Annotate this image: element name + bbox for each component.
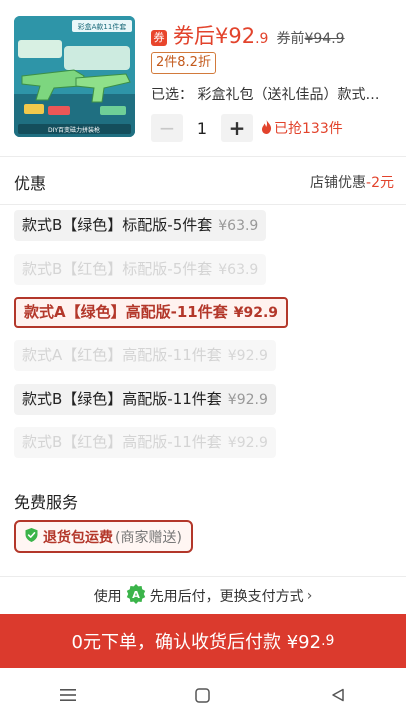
product-summary: 彩盒A款11件套 DIY百变磁力拼装枪 券 券后 ¥ 92 .9 券前 ¥94.… bbox=[14, 16, 406, 144]
divider bbox=[0, 156, 406, 157]
product-image: 彩盒A款11件套 DIY百变磁力拼装枪 bbox=[14, 16, 135, 137]
divider bbox=[0, 204, 406, 205]
service-tag-note: (商家赠送) bbox=[115, 529, 182, 546]
variant-option: 款式B【红色】高配版-11件套 ¥92.9 bbox=[14, 427, 276, 458]
store-discount: 店铺优惠-2元 bbox=[310, 172, 394, 192]
menu-icon[interactable] bbox=[48, 680, 88, 710]
price-line: 券 券后 ¥ 92 .9 券前 ¥94.9 bbox=[151, 20, 345, 48]
price-symbol: ¥ bbox=[215, 24, 229, 48]
divider bbox=[0, 576, 406, 577]
flame-icon bbox=[261, 119, 272, 138]
thumbnail-caption: DIY百变磁力拼装枪 bbox=[48, 126, 100, 134]
chevron-right-icon: › bbox=[306, 588, 313, 604]
variant-option-label: 款式A【绿色】高配版-11件套 bbox=[24, 303, 228, 321]
quantity-value[interactable]: 1 bbox=[183, 119, 221, 138]
selected-variant-line[interactable]: 已选： 彩盒礼包（送礼佳品）款式… bbox=[151, 84, 403, 104]
price-label: 券后 bbox=[173, 24, 215, 48]
selected-value: 彩盒礼包（送礼佳品）款式… bbox=[197, 87, 380, 103]
store-discount-label: 店铺优惠 bbox=[310, 175, 367, 191]
cta-decimal: .9 bbox=[321, 633, 335, 649]
variant-option-label: 款式B【绿色】高配版-11件套 bbox=[22, 390, 222, 408]
variant-option-price: ¥92.9 bbox=[227, 392, 268, 408]
variant-option-label: 款式B【红色】标配版-5件套 bbox=[22, 260, 213, 278]
paylater-logo-icon: A bbox=[126, 584, 146, 608]
cta-label: 0元下单，确认收货后付款 ¥92 bbox=[71, 632, 322, 653]
sold-count: 已抢133件 bbox=[274, 121, 343, 137]
variant-option-price: ¥63.9 bbox=[218, 262, 259, 278]
service-title: 免费服务 bbox=[14, 493, 79, 512]
price-decimal: .9 bbox=[255, 31, 269, 47]
price-integer: 92 bbox=[228, 24, 256, 48]
variant-option: 款式A【红色】高配版-11件套 ¥92.9 bbox=[14, 340, 276, 371]
selected-prefix: 已选： bbox=[151, 87, 193, 103]
product-thumbnail[interactable]: 彩盒A款11件套 DIY百变磁力拼装枪 bbox=[14, 16, 135, 137]
shield-check-icon bbox=[25, 527, 38, 546]
thumbnail-badge: 彩盒A款11件套 bbox=[78, 22, 127, 31]
pay-later-switch[interactable]: 使用 A 先用后付，更换支付方式 › bbox=[0, 580, 406, 612]
variant-option-selected[interactable]: 款式A【绿色】高配版-11件套 ¥92.9 bbox=[14, 297, 289, 328]
quantity-increase-button[interactable]: + bbox=[221, 114, 253, 142]
quantity-stepper: − 1 + 已抢133件 bbox=[151, 114, 343, 142]
variant-option-label: 款式B【绿色】标配版-5件套 bbox=[22, 216, 213, 234]
original-price-label: 券前 bbox=[276, 31, 305, 47]
variant-option[interactable]: 款式B【绿色】高配版-11件套 ¥92.9 bbox=[14, 384, 276, 415]
variant-option[interactable]: 款式B【绿色】标配版-5件套 ¥63.9 bbox=[14, 210, 267, 241]
variant-option-price: ¥92.9 bbox=[227, 348, 268, 364]
back-triangle-icon[interactable] bbox=[318, 680, 358, 710]
home-square-icon[interactable] bbox=[183, 680, 223, 710]
variant-option-price: ¥63.9 bbox=[218, 218, 259, 234]
service-tag-main: 退货包运费 bbox=[43, 529, 113, 546]
coupon-icon: 券 bbox=[151, 30, 167, 46]
promo-title: 优惠 bbox=[14, 174, 47, 193]
variant-option-label: 款式B【红色】高配版-11件套 bbox=[22, 433, 222, 451]
place-order-button[interactable]: 0元下单，确认收货后付款 ¥92.9 bbox=[0, 614, 406, 668]
system-nav-bar bbox=[0, 670, 406, 720]
variant-option-price: ¥92.9 bbox=[233, 305, 279, 321]
original-price: ¥94.9 bbox=[304, 31, 345, 47]
variant-option-label: 款式A【红色】高配版-11件套 bbox=[22, 346, 222, 364]
variant-option: 款式B【红色】标配版-5件套 ¥63.9 bbox=[14, 254, 267, 285]
paylater-text: 先用后付，更换支付方式 bbox=[149, 589, 304, 605]
promo-header[interactable]: 优惠 店铺优惠-2元 bbox=[14, 168, 394, 196]
paylater-prefix: 使用 bbox=[93, 589, 122, 605]
free-return-shipping-tag[interactable]: 退货包运费 (商家赠送) bbox=[14, 520, 193, 553]
store-discount-amount: -2元 bbox=[366, 175, 394, 191]
svg-text:A: A bbox=[132, 590, 140, 601]
discount-tag: 2件8.2折 bbox=[151, 52, 216, 74]
variant-option-price: ¥92.9 bbox=[227, 435, 268, 451]
quantity-decrease-button[interactable]: − bbox=[151, 114, 183, 142]
